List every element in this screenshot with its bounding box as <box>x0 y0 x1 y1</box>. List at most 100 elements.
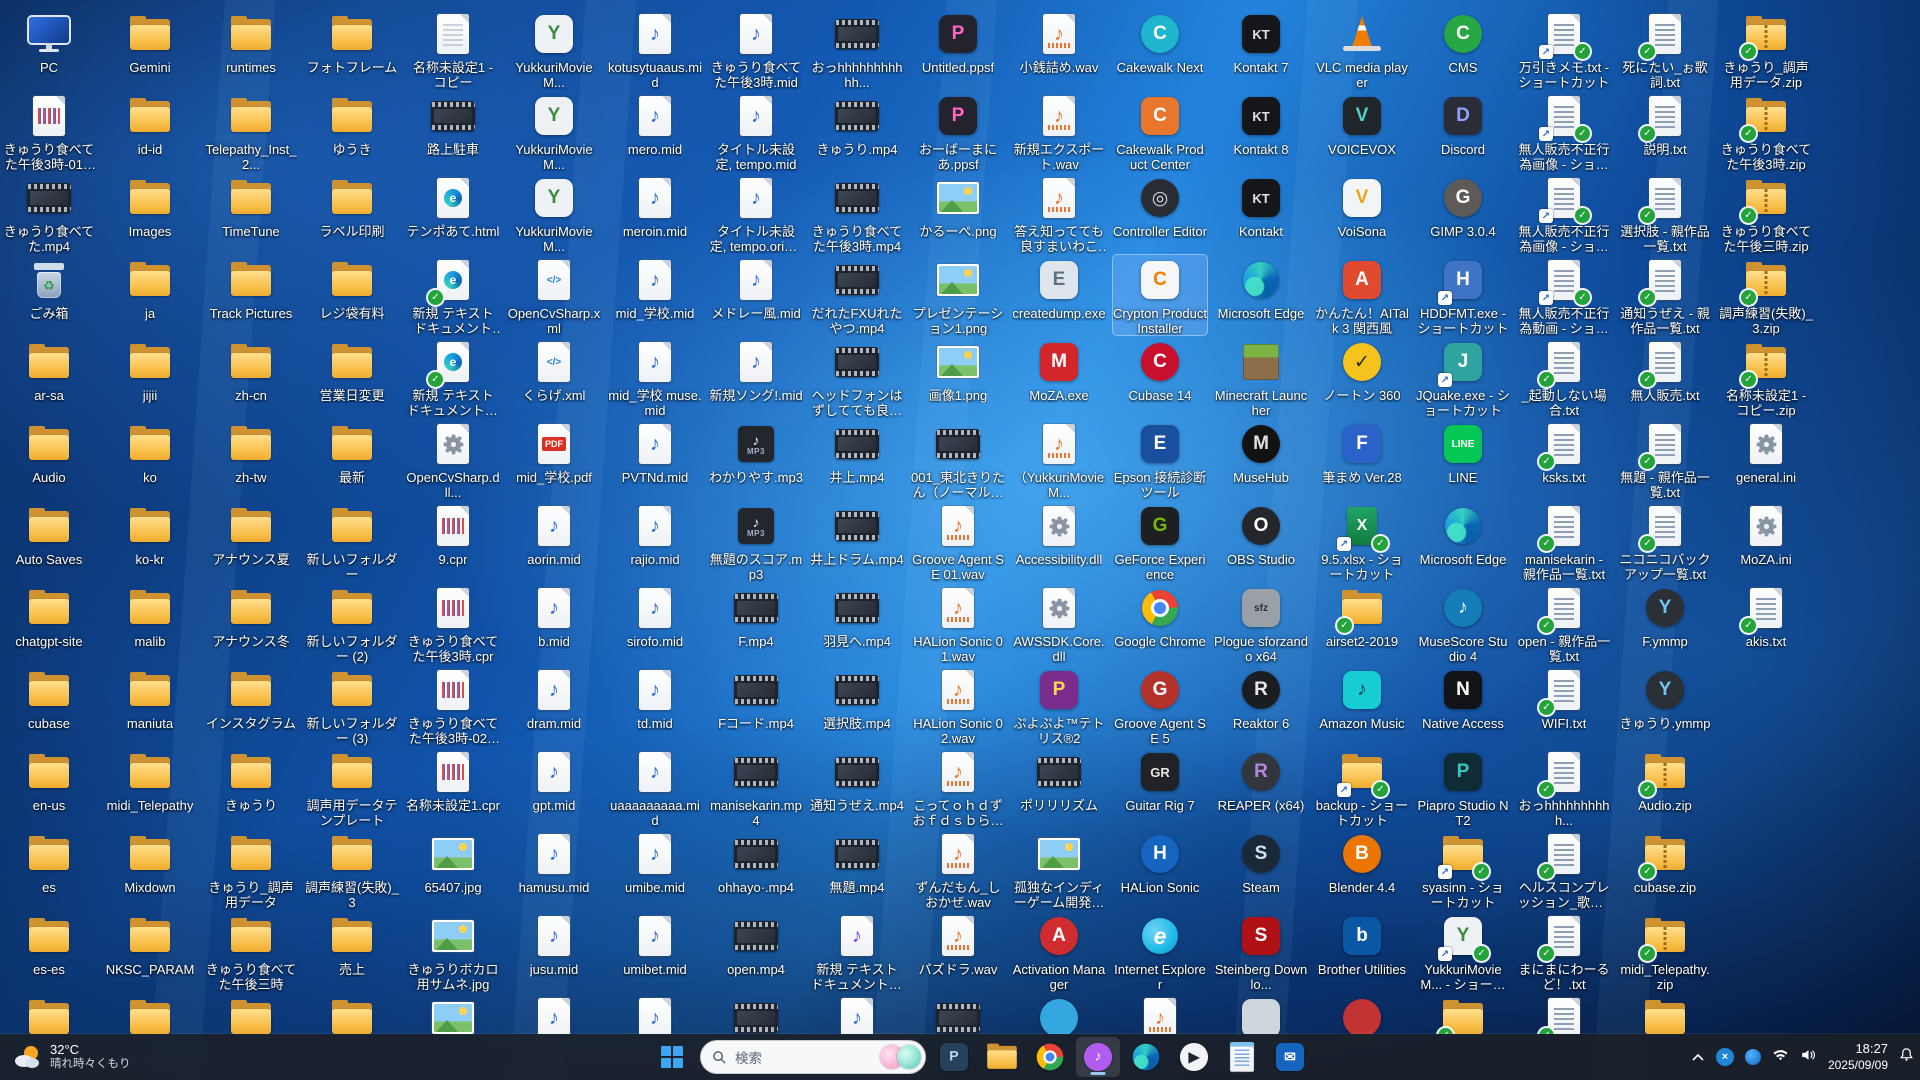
desktop-icon[interactable]: アナウンス冬 <box>203 582 299 664</box>
desktop-icon[interactable]: F.mp4 <box>708 582 804 664</box>
desktop-icon[interactable] <box>1011 992 1107 1034</box>
desktop-icon[interactable]: zh-cn <box>203 336 299 418</box>
desktop-icon[interactable]: KTKontakt 7 <box>1213 8 1309 90</box>
desktop-icon[interactable]: 井上ドラム.mp4 <box>809 500 905 582</box>
desktop-icon[interactable]: ♪jusu.mid <box>506 910 602 992</box>
desktop-icon[interactable]: MoZA.ini <box>1718 500 1814 582</box>
notification-bell-icon[interactable] <box>1899 1047 1914 1067</box>
desktop-icon[interactable]: ar-sa <box>1 336 97 418</box>
desktop-icon[interactable]: chatgpt-site <box>1 582 97 664</box>
desktop-icon[interactable]: CCMS <box>1415 8 1511 90</box>
desktop-icon[interactable]: Ecreatedump.exe <box>1011 254 1107 336</box>
desktop-icon[interactable]: eテンポあて.html <box>405 172 501 254</box>
desktop-icon[interactable]: ♪td.mid <box>607 664 703 746</box>
desktop-icon[interactable]: レジ袋有料 <box>304 254 400 336</box>
desktop-icon[interactable]: BBlender 4.4 <box>1314 828 1410 910</box>
desktop-icon[interactable]: ♪パズドラ.wav <box>910 910 1006 992</box>
desktop-icon[interactable]: ja <box>102 254 198 336</box>
desktop-icon[interactable]: ✓まにまにわーるど！.txt <box>1516 910 1612 992</box>
desktop-icon[interactable]: en-us <box>1 746 97 828</box>
desktop-icon[interactable]: ♪mid_学校.mid <box>607 254 703 336</box>
desktop-icon[interactable]: ✓manisekarin - 親作品一覧.txt <box>1516 500 1612 582</box>
desktop-icon[interactable]: ✓きゅうり食べてた午後3時.zip <box>1718 90 1814 172</box>
desktop-icon[interactable]: NNative Access <box>1415 664 1511 746</box>
desktop-icon[interactable]: ✓死にたい_ぉ歌詞.txt <box>1617 8 1713 90</box>
taskbar-search[interactable]: 検索 <box>700 1040 926 1074</box>
desktop-icon[interactable]: ♪mero.mid <box>607 90 703 172</box>
desktop-icon[interactable] <box>708 992 804 1034</box>
desktop-icon[interactable]: ♪HALion Sonic 02.wav <box>910 664 1006 746</box>
desktop-icon[interactable]: Telepathy_Inst_2... <box>203 90 299 172</box>
desktop-icon[interactable]: MMoZA.exe <box>1011 336 1107 418</box>
tray-x-app-icon[interactable]: × <box>1716 1048 1734 1066</box>
desktop-icon[interactable]: GGroove Agent SE 5 <box>1112 664 1208 746</box>
desktop-icon[interactable]: 9.cpr <box>405 500 501 582</box>
desktop-icon[interactable]: ゆうき <box>304 90 400 172</box>
desktop-icon[interactable]: ♪タイトル未設定, tempo.orig1.mid <box>708 172 804 254</box>
desktop-icon[interactable]: MMuseHub <box>1213 418 1309 500</box>
desktop-icon[interactable]: AWSSDK.Core.dll <box>1011 582 1107 664</box>
desktop-icon[interactable]: ♪HALion Sonic 01.wav <box>910 582 1006 664</box>
desktop-icon[interactable]: PPiapro Studio NT2 <box>1415 746 1511 828</box>
desktop-icon[interactable]: ♪メドレー風.mid <box>708 254 804 336</box>
desktop-icon[interactable]: ♻ごみ箱 <box>1 254 97 336</box>
desktop-icon[interactable]: ✓Audio.zip <box>1617 746 1713 828</box>
desktop-icon[interactable]: ♪タイトル未設定, tempo.mid <box>708 90 804 172</box>
desktop-icon[interactable]: zh-tw <box>203 418 299 500</box>
desktop-icon[interactable]: sfzPlogue sforzando x64 <box>1213 582 1309 664</box>
desktop-icon[interactable]: 新しいフォルダー <box>304 500 400 582</box>
desktop-icon[interactable]: NKSC_PARAM <box>102 910 198 992</box>
desktop-icon[interactable]: 売上 <box>304 910 400 992</box>
desktop-icon[interactable]: ♪きゅうり食べてた午後3時.mid <box>708 8 804 90</box>
desktop-icon[interactable]: Mixdown <box>102 828 198 910</box>
desktop-icon[interactable]: ♪sirofo.mid <box>607 582 703 664</box>
desktop-icon[interactable]: Fコード.mp4 <box>708 664 804 746</box>
desktop-icon[interactable]: きゅうり食べてた.mp4 <box>1 172 97 254</box>
desktop-icon[interactable]: ✓選択肢 - 親作品一覧.txt <box>1617 172 1713 254</box>
desktop-icon[interactable]: Pぷよぷよ™テトリス®2 <box>1011 664 1107 746</box>
desktop-icon[interactable]: ✓通知うぜえ - 親作品一覧.txt <box>1617 254 1713 336</box>
desktop-icon[interactable]: ♪uaaaaaaaaa.mid <box>607 746 703 828</box>
desktop-icon[interactable]: 調声練習(失敗)_3 <box>304 828 400 910</box>
desktop-icon[interactable]: ko-kr <box>102 500 198 582</box>
wifi-icon[interactable] <box>1772 1048 1789 1067</box>
desktop-icon[interactable]: ◎Controller Editor <box>1112 172 1208 254</box>
desktop-icon[interactable]: ✓無題 - 親作品一覧.txt <box>1617 418 1713 500</box>
desktop-icon[interactable]: フォトフレーム <box>304 8 400 90</box>
desktop-icon[interactable]: VVoiSona <box>1314 172 1410 254</box>
desktop-icon[interactable]: きゅうり食べてた午後3時.cpr <box>405 582 501 664</box>
taskbar-app-file-explorer[interactable] <box>980 1037 1024 1077</box>
desktop-icon[interactable]: ♪umibe.mid <box>607 828 703 910</box>
desktop-icon[interactable]: F筆まめ Ver.28 <box>1314 418 1410 500</box>
desktop-icon[interactable] <box>405 992 501 1034</box>
desktop-icon[interactable]: RReaktor 6 <box>1213 664 1309 746</box>
desktop-icon[interactable]: cubase <box>1 664 97 746</box>
desktop-icon[interactable]: PUntitled.ppsf <box>910 8 1006 90</box>
desktop-icon[interactable]: きゅうりボカロ用サムネ.jpg <box>405 910 501 992</box>
desktop-icon[interactable]: ♪ <box>809 992 905 1034</box>
taskbar-app-edge[interactable] <box>1124 1037 1168 1077</box>
desktop-icon[interactable]: ↗✓無人販売不正行為画像 - ショートカット <box>1516 172 1612 254</box>
desktop-icon[interactable]: 新しいフォルダー (3) <box>304 664 400 746</box>
desktop-icon[interactable]: きゅうり食べてた午後3時-02.cpr <box>405 664 501 746</box>
start-button[interactable] <box>650 1037 694 1077</box>
desktop-icon[interactable]: ♪MP3無題のスコア.mp3 <box>708 500 804 582</box>
desktop-icon[interactable]: ♪hamusu.mid <box>506 828 602 910</box>
desktop-icon[interactable]: </>くらげ.xml <box>506 336 602 418</box>
desktop-icon[interactable]: ✓調声練習(失敗)_3.zip <box>1718 254 1814 336</box>
desktop-icon[interactable]: Microsoft Edge <box>1213 254 1309 336</box>
desktop-icon[interactable]: ♪ <box>506 992 602 1034</box>
desktop-icon[interactable] <box>1 992 97 1034</box>
desktop-icon[interactable]: Audio <box>1 418 97 500</box>
desktop-icon[interactable]: OOBS Studio <box>1213 500 1309 582</box>
desktop-icon[interactable]: ♪ずんだもん_しおかぜ.wav <box>910 828 1006 910</box>
taskbar-app-notepad[interactable] <box>1220 1037 1264 1077</box>
desktop-icon[interactable]: Auto Saves <box>1 500 97 582</box>
desktop-icon[interactable]: きゅうり食べてた午後3時-01.cpr <box>1 90 97 172</box>
desktop-icon[interactable]: ✓ニコニコバックアップ一覧.txt <box>1617 500 1713 582</box>
desktop-icon[interactable]: ↗✓backup - ショートカット <box>1314 746 1410 828</box>
desktop-icon[interactable]: CCrypton Product Installer <box>1112 254 1208 336</box>
desktop-icon[interactable]: general.ini <box>1718 418 1814 500</box>
desktop-icon[interactable]: ohhayo·.mp4 <box>708 828 804 910</box>
desktop-icon[interactable]: ポリリリズム <box>1011 746 1107 828</box>
